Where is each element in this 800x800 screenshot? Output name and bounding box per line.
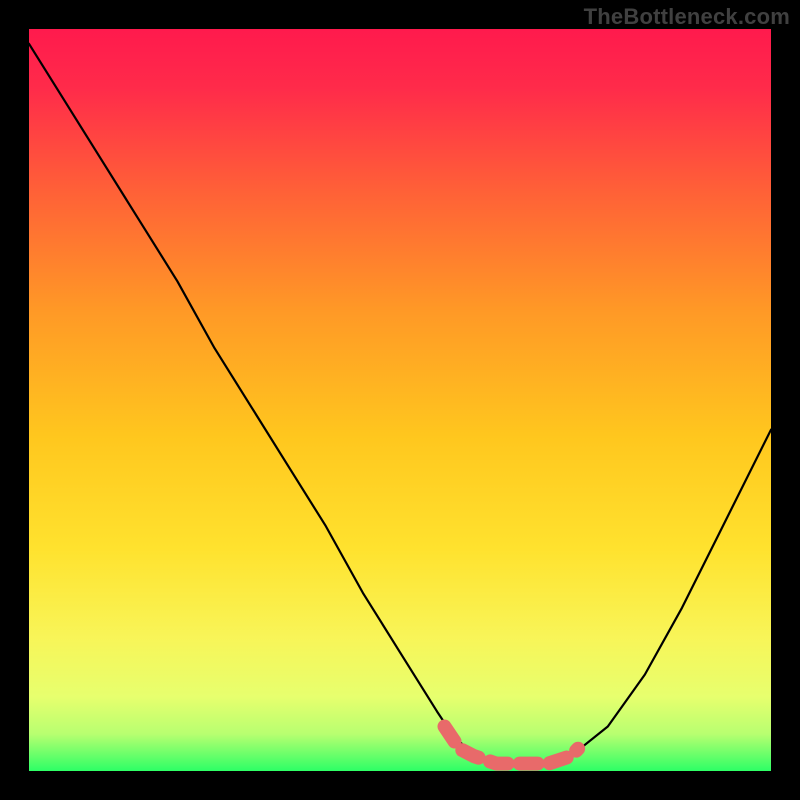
gradient-background: [29, 29, 771, 771]
plot-area: [29, 29, 771, 771]
watermark-text: TheBottleneck.com: [584, 4, 790, 30]
chart-svg: [29, 29, 771, 771]
chart-frame: TheBottleneck.com: [0, 0, 800, 800]
